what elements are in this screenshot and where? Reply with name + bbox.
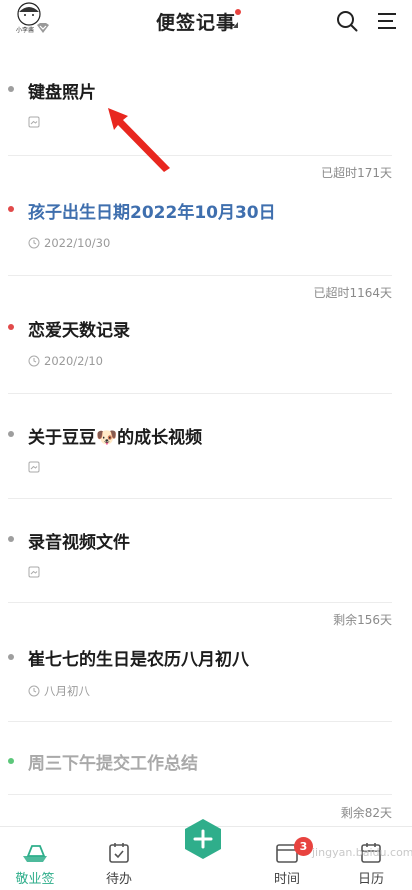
note-title: 恋爱天数记录 xyxy=(28,321,130,341)
note-dot xyxy=(8,758,14,764)
nav-label: 日历 xyxy=(357,872,384,887)
note-item[interactable]: 已超时171天 孩子出生日期2022年10月30日 2022/10/30 xyxy=(8,156,392,276)
annotation-arrow-icon xyxy=(108,108,170,172)
note-dot xyxy=(8,431,14,437)
note-dot xyxy=(8,654,14,660)
notification-dot xyxy=(235,9,241,15)
note-date: 2020/2/10 xyxy=(28,354,103,368)
clock-icon xyxy=(28,237,40,249)
clock-icon xyxy=(28,685,40,697)
nav-label: 时间 xyxy=(273,872,300,887)
note-date-text: 2020/2/10 xyxy=(44,354,103,368)
nav-item-jingyeqian[interactable]: 敬业签 xyxy=(0,827,70,890)
note-item[interactable]: 录音视频文件 xyxy=(8,499,392,603)
add-button[interactable] xyxy=(182,818,224,860)
nav-label: 待办 xyxy=(105,872,132,887)
sort-triangle-icon[interactable] xyxy=(233,22,238,28)
attachment-icon xyxy=(28,116,40,128)
note-item[interactable]: 关于豆豆🐶的成长视频 xyxy=(8,394,392,499)
note-date: 2022/10/30 xyxy=(28,236,110,250)
note-title: 崔七七的生日是农历八月初八 xyxy=(28,650,249,670)
note-dot xyxy=(8,324,14,330)
note-dot xyxy=(8,206,14,212)
attachment-icon xyxy=(28,566,40,578)
avatar[interactable]: 小李酱 xyxy=(12,2,52,36)
ship-icon xyxy=(23,845,47,862)
overdue-label: 已超时1164天 xyxy=(313,286,392,300)
note-item[interactable]: 剩余156天 崔七七的生日是农历八月初八 八月初八 xyxy=(8,603,392,722)
checkbox-icon xyxy=(109,843,129,863)
top-bar: 小李酱 便签记事 xyxy=(0,0,412,46)
nav-label: 敬业签 xyxy=(15,872,55,887)
note-item[interactable]: 周三下午提交工作总结 xyxy=(8,722,392,795)
note-date-text: 八月初八 xyxy=(44,684,90,698)
note-item[interactable]: 已超时1164天 恋爱天数记录 2020/2/10 xyxy=(8,276,392,394)
page-title: 便签记事 xyxy=(156,12,237,34)
note-title: 周三下午提交工作总结 xyxy=(28,754,198,774)
note-title: 孩子出生日期2022年10月30日 xyxy=(28,203,276,223)
remaining-label: 剩余156天 xyxy=(333,613,392,627)
clock-icon xyxy=(28,355,40,367)
note-title: 录音视频文件 xyxy=(28,533,130,553)
note-dot xyxy=(8,536,14,542)
search-icon[interactable] xyxy=(335,9,359,33)
nav-item-todo[interactable]: 待办 xyxy=(84,827,154,890)
note-title: 关于豆豆🐶的成长视频 xyxy=(28,428,203,448)
vip-badge-icon xyxy=(37,23,49,33)
note-date-text: 2022/10/30 xyxy=(44,236,111,250)
note-title: 键盘照片 xyxy=(28,83,96,103)
overdue-label: 已超时171天 xyxy=(321,166,392,180)
avatar-name: 小李酱 xyxy=(16,27,35,34)
note-date: 八月初八 xyxy=(28,683,90,699)
note-item[interactable]: 键盘照片 xyxy=(8,52,392,156)
menu-icon[interactable] xyxy=(375,9,399,33)
attachment-icon xyxy=(28,461,40,473)
time-badge: 3 xyxy=(294,837,313,856)
watermark: jingyan.baidu.com xyxy=(312,846,412,859)
remaining-label: 剩余82天 xyxy=(340,806,392,820)
note-dot xyxy=(8,86,14,92)
